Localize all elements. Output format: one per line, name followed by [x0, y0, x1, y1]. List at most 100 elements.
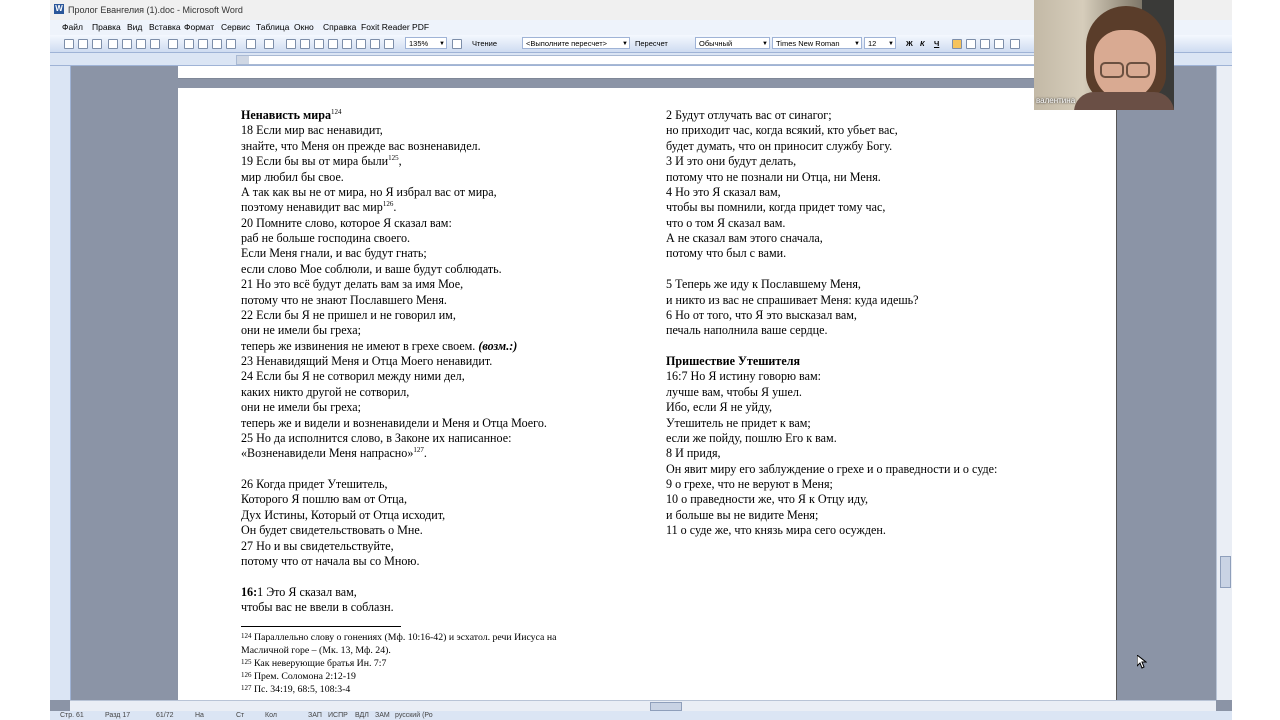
underline-button[interactable]: Ч: [934, 39, 939, 48]
paste-icon[interactable]: [212, 39, 222, 49]
drawing-icon[interactable]: [356, 39, 366, 49]
status-ext[interactable]: ВДЛ: [355, 712, 369, 719]
video-call-thumbnail: валентина: [1034, 0, 1174, 110]
text-line: «Возненавидели Меня напрасно»127.: [241, 446, 547, 461]
align-center-icon[interactable]: [966, 39, 976, 49]
insert-excel-icon[interactable]: [328, 39, 338, 49]
verse-text: печаль наполнила ваше сердце.: [666, 323, 828, 338]
verse-text: 25 Но да исполнится слово, в Законе их н…: [241, 430, 512, 445]
footnote-ref[interactable]: 126: [383, 200, 394, 208]
text-line: 19 Если бы вы от мира были125,: [241, 154, 547, 169]
footnote-ref[interactable]: 127: [413, 446, 424, 454]
bold-button[interactable]: Ж: [906, 39, 913, 48]
verse-text: знайте, что Меня он прежде вас возненави…: [241, 138, 481, 153]
copy-icon[interactable]: [198, 39, 208, 49]
line-spacing-icon[interactable]: [1010, 39, 1020, 49]
text-line: лучше вам, чтобы Я ушел.: [666, 385, 997, 400]
horizontal-scrollbar[interactable]: [70, 700, 1216, 711]
verse-text: 16:7 Но Я истину говорю вам:: [666, 369, 821, 384]
recount-button[interactable]: Пересчет: [635, 39, 668, 48]
menu-file[interactable]: Файл: [62, 22, 83, 32]
text-line: 24 Если бы Я не сотворил между ними дел,: [241, 369, 547, 384]
menu-help[interactable]: Справка: [323, 22, 356, 32]
status-pages: 61/72: [156, 712, 174, 719]
text-line: 4 Но это Я сказал вам,: [666, 185, 997, 200]
save-icon[interactable]: [92, 39, 102, 49]
verse-text: если слово Мое соблюли, и ваше будут соб…: [241, 261, 502, 276]
permission-icon[interactable]: [108, 39, 118, 49]
research-icon[interactable]: [168, 39, 178, 49]
recount-combo[interactable]: <Выполните пересчет> ▼: [522, 37, 630, 49]
vertical-scrollbar[interactable]: [1216, 66, 1232, 700]
section-heading: Пришествие Утешителя: [666, 354, 801, 368]
cut-icon[interactable]: [184, 39, 194, 49]
word-app-icon: W: [54, 4, 64, 14]
zoom-combo[interactable]: 135% ▼: [405, 37, 447, 49]
document-page[interactable]: Ненависть мира124 18 Если мир вас ненавид…: [178, 88, 1116, 718]
reading-mode-button[interactable]: Чтение: [472, 39, 497, 48]
menu-view[interactable]: Вид: [127, 22, 142, 32]
verse-text: что о том Я сказал вам.: [666, 215, 786, 230]
columns-icon[interactable]: [342, 39, 352, 49]
redo-icon[interactable]: [264, 39, 274, 49]
verse-text: 24 Если бы Я не сотворил между ними дел,: [241, 369, 465, 384]
align-left-icon[interactable]: [952, 39, 962, 49]
document-map-icon[interactable]: [370, 39, 380, 49]
open-icon[interactable]: [78, 39, 88, 49]
show-hide-icon[interactable]: [384, 39, 394, 49]
glasses-icon: [1126, 62, 1150, 78]
text-line: Пришествие Утешителя: [666, 354, 997, 369]
menu-foxit[interactable]: Foxit Reader PDF: [361, 22, 429, 32]
menu-tools[interactable]: Сервис: [221, 22, 250, 32]
spelling-icon[interactable]: [150, 39, 160, 49]
text-line: Он явит миру его заблуждение о грехе и о…: [666, 462, 997, 477]
insert-table-icon[interactable]: [314, 39, 324, 49]
italic-button[interactable]: К: [920, 39, 925, 48]
text-line: поэтому ненавидит вас мир126.: [241, 200, 547, 215]
menu-edit[interactable]: Правка: [92, 22, 121, 32]
align-right-icon[interactable]: [980, 39, 990, 49]
verse-text: Он явит миру его заблуждение о грехе и о…: [666, 461, 998, 476]
hyperlink-icon[interactable]: [286, 39, 296, 49]
font-size-combo[interactable]: 12 ▼: [864, 37, 896, 49]
text-line: Утешитель не придет к вам;: [666, 416, 997, 431]
status-ovr[interactable]: ЗАМ: [375, 712, 390, 719]
verse-text: они не имели бы греха;: [241, 400, 362, 415]
verse-text: каких никто другой не сотворил,: [241, 384, 410, 399]
verse-text: но приходит час, когда всякий, кто убьет…: [666, 123, 898, 138]
menu-table[interactable]: Таблица: [256, 22, 289, 32]
scroll-thumb[interactable]: [1220, 556, 1231, 588]
font-size-value: 12: [868, 39, 877, 48]
undo-icon[interactable]: [246, 39, 256, 49]
print-icon[interactable]: [122, 39, 132, 49]
font-combo[interactable]: Times New Roman ▼: [772, 37, 862, 49]
text-line: Ненависть мира124: [241, 108, 547, 123]
footnote-number: 126: [241, 670, 252, 679]
verse-text: чтобы вас не ввели в соблазн.: [241, 600, 394, 614]
status-trk[interactable]: ИСПР: [328, 712, 348, 719]
tables-borders-icon[interactable]: [300, 39, 310, 49]
footnote-ref[interactable]: 124: [331, 108, 342, 116]
text-line: 27 Но и вы свидетельствуйте,: [241, 539, 547, 554]
punctuation: .: [423, 446, 427, 461]
footnote-ref[interactable]: 125: [388, 154, 399, 162]
menu-window[interactable]: Окно: [294, 22, 314, 32]
text-line: 9 о грехе, что не веруют в Меня;: [666, 477, 997, 492]
print-preview-icon[interactable]: [136, 39, 146, 49]
scroll-thumb[interactable]: [650, 702, 682, 711]
verse-text: А не сказал вам этого сначала,: [666, 231, 823, 245]
verse-text: потому что не знают Пославшего Меня.: [241, 292, 447, 307]
verse-text: раб не больше господина своего.: [241, 231, 411, 245]
left-text-column: Ненависть мира124 18 Если мир вас ненавид…: [241, 108, 547, 615]
format-painter-icon[interactable]: [226, 39, 236, 49]
justify-icon[interactable]: [994, 39, 1004, 49]
menu-format[interactable]: Формат: [184, 22, 214, 32]
help-icon[interactable]: [452, 39, 462, 49]
new-icon[interactable]: [64, 39, 74, 49]
status-rec[interactable]: ЗАП: [308, 712, 322, 719]
menu-insert[interactable]: Вставка: [149, 22, 181, 32]
text-line: 5 Теперь же иду к Пославшему Меня,: [666, 277, 997, 292]
style-combo[interactable]: Обычный ▼: [695, 37, 770, 49]
text-line: чтобы вас не ввели в соблазн.: [241, 600, 547, 615]
verse-text: и никто из вас не спрашивает Меня: куда …: [666, 292, 919, 307]
